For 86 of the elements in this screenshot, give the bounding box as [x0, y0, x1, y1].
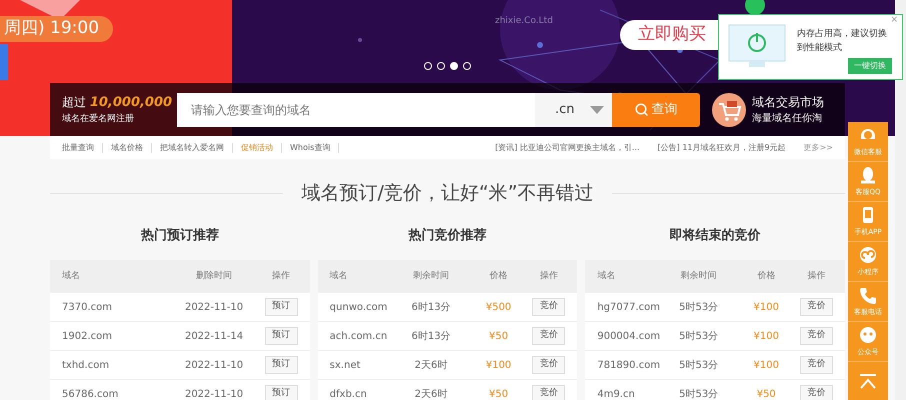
back-to-top-icon — [857, 372, 879, 392]
table-cell-text: 6时13分 — [410, 330, 452, 344]
action-button[interactable]: 预订 — [264, 298, 298, 316]
section-heading: 域名预订/竞价，让好“米”不再错过 — [301, 181, 594, 206]
news-item[interactable]: [资讯] 比亚迪公司官网更换主域名，引... — [495, 142, 640, 154]
shopping-cart-icon — [712, 92, 746, 126]
table-cell-text: ¥100 — [752, 300, 780, 314]
table-cell-text: ach.com.cn — [330, 330, 388, 344]
column-header: 剩余时间 — [412, 270, 450, 283]
table-cell-text: dfxb.cn — [330, 388, 368, 400]
action-button[interactable]: 竞价 — [800, 327, 834, 345]
table-cell-text: 56786.com — [62, 388, 120, 400]
chat-icon — [857, 325, 879, 346]
carousel-dot[interactable] — [437, 62, 445, 70]
table-cell-text: sx.net — [330, 358, 362, 372]
column-header: 操作 — [271, 270, 292, 283]
table-cell-text: 5时53分 — [678, 300, 720, 314]
table-title: 即将结束的竞价 — [668, 226, 762, 244]
table-cell-text: 2022-11-10 — [184, 358, 244, 372]
action-button[interactable]: 竞价 — [800, 385, 834, 400]
column-header: 删除时间 — [195, 270, 234, 283]
nav-link[interactable]: 域名价格 — [103, 142, 152, 152]
action-button[interactable]: 预订 — [264, 385, 298, 400]
table-cell-text: 2022-11-10 — [184, 388, 244, 400]
nav-link[interactable]: 批量查询 — [62, 142, 103, 152]
table-cell-text: qunwo.com — [330, 300, 388, 314]
action-button[interactable]: 竞价 — [800, 298, 834, 316]
table-cell-text: 6时13分 — [410, 300, 452, 314]
telephone-icon — [857, 285, 879, 306]
action-button[interactable]: 预订 — [264, 327, 298, 345]
action-button[interactable]: 竞价 — [532, 356, 566, 374]
action-button[interactable]: 竞价 — [532, 298, 566, 316]
table-cell-text: 2天6时 — [414, 358, 448, 372]
table-cell-text: 2天6时 — [414, 388, 448, 400]
monitor-power-icon — [727, 23, 787, 69]
caret-icon — [590, 106, 604, 114]
column-header: 操作 — [806, 270, 827, 283]
table-cell-text: ¥50 — [488, 330, 510, 344]
table-cell-text: ¥50 — [756, 388, 777, 400]
table-cell-text: 2022-11-10 — [184, 300, 244, 314]
table-cell-text: 5时53分 — [678, 388, 720, 400]
table-cell-text: 1902.com — [62, 330, 113, 344]
table-cell-text: 5时53分 — [678, 330, 720, 344]
table-cell-text: ¥50 — [488, 388, 510, 400]
table-cell-text: ¥100 — [752, 358, 780, 372]
table-cell-text: txhd.com — [62, 358, 110, 372]
banner-text: 周四) 19:00 — [0, 16, 114, 42]
notification-message: 内存占用高，建议切换到性能模式 — [797, 28, 888, 56]
stat-number: 10,000,000 — [90, 95, 172, 110]
carousel-dot[interactable] — [463, 62, 471, 70]
column-header: 剩余时间 — [680, 270, 718, 283]
column-header: 价格 — [756, 270, 776, 283]
company-name: zhixie.Co.Ltd — [495, 15, 553, 28]
table-cell-text: hg7077.com — [597, 300, 662, 314]
carousel-dot[interactable] — [424, 62, 432, 70]
mini-program-icon — [857, 245, 879, 266]
table-cell-text: 900004.com — [597, 330, 662, 344]
nav-link[interactable]: 把域名转入爱名网 — [152, 142, 233, 152]
action-button[interactable]: 竞价 — [800, 356, 834, 374]
market-title: 域名交易市场 — [752, 94, 824, 111]
table-cell-text: ¥500 — [484, 300, 512, 314]
column-header: 域名 — [597, 270, 616, 283]
table-cell-text: ¥100 — [752, 330, 780, 344]
search-icon — [634, 103, 648, 116]
column-header: 操作 — [538, 270, 559, 283]
suffix-dropdown[interactable]: .cn — [535, 92, 612, 126]
action-button[interactable]: 竞价 — [532, 327, 566, 345]
stat-label: 超过 — [62, 95, 86, 109]
action-button[interactable]: 竞价 — [532, 385, 566, 400]
stat-caption: 域名在爱名网注册 — [62, 112, 135, 126]
table-cell-text: 4m9.cn — [597, 388, 636, 400]
nav-link[interactable]: Whois查询 — [282, 142, 340, 152]
table-cell-text: 2022-11-14 — [184, 330, 244, 344]
table-title: 热门预订推荐 — [140, 226, 220, 244]
table-cell-text: 5时53分 — [678, 358, 720, 372]
table-cell-text: 7370.com — [62, 300, 113, 314]
table-title: 热门竞价推荐 — [407, 226, 488, 244]
table-cell-text: ¥100 — [484, 358, 512, 372]
action-button[interactable]: 预订 — [264, 356, 298, 374]
news-item[interactable]: [公告] 11月域名狂欢月，注册9元起 — [658, 142, 786, 154]
market-caption: 海量域名任你淘 — [752, 112, 823, 126]
domain-search-field[interactable]: 请输入您要查询的域名 — [177, 92, 535, 126]
column-header: 域名 — [62, 270, 81, 283]
column-header: 域名 — [330, 270, 349, 283]
column-header: 价格 — [488, 270, 509, 283]
table-cell-text: 781890.com — [597, 358, 662, 372]
